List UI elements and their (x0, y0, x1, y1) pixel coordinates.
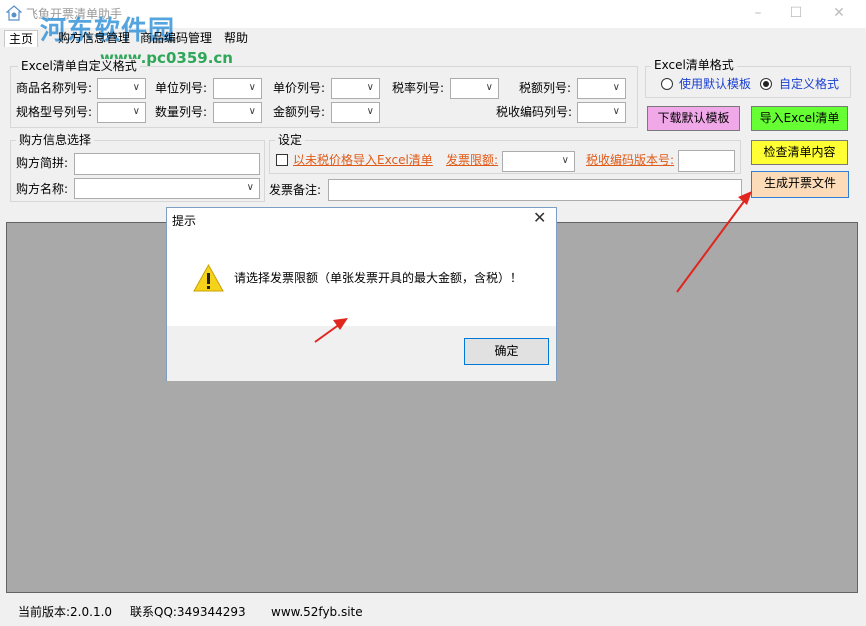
arrow-to-message-line (314, 323, 341, 343)
arrow-to-generate-head (738, 191, 752, 205)
arrow-to-generate-line (676, 199, 746, 293)
annotation-arrows (314, 191, 752, 343)
